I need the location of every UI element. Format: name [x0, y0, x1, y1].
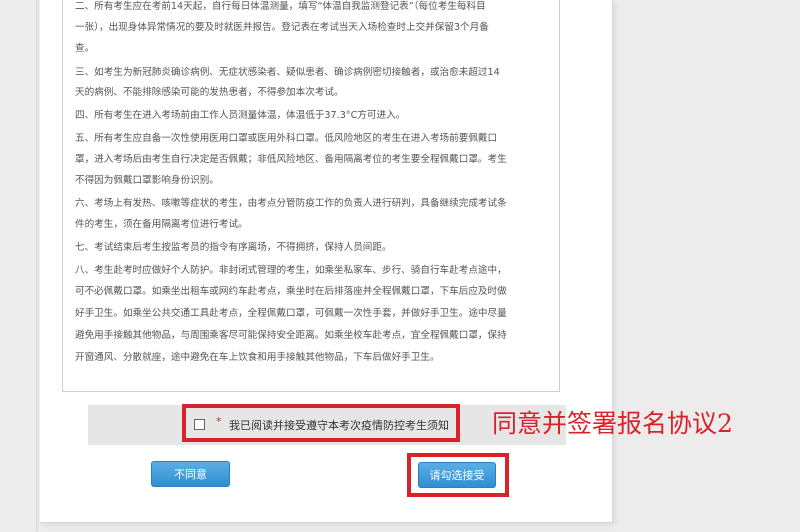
notice-line: 五、所有考生应自备一次性使用医用口罩或医用外科口罩。低风险地区的考生在进入考场前… [75, 133, 498, 144]
notice-line: 可不必佩戴口罩。如乘坐出租车或网约车赴考点，乘坐时在后排落座并全程佩戴口罩，下车… [75, 286, 507, 297]
notice-line: 三、如考生为新冠肺炎确诊病例、无症状感染者、疑似患者、确诊病例密切接触者，或治愈… [75, 67, 500, 78]
notice-scroll-box[interactable]: 二、所有考生应在考前14天起，自行每日体温测量，填写“体温自我监测登记表”（每位… [62, 0, 560, 392]
notice-line: 八、考生赴考时应做好个人防护。非封闭式管理的考生，如乘坐私家车、步行、骑自行车赴… [75, 265, 507, 276]
notice-line: 避免用手接触其他物品，与周围乘客尽可能保持安全距离。如乘坐校车赴考点，宜全程佩戴… [75, 330, 507, 341]
notice-line: 罩，进入考场后由考生自行决定是否佩戴；非低风险地区、备用隔离考位的考生要全程佩戴… [75, 154, 507, 165]
notice-line: 查。 [75, 43, 95, 54]
notice-line: 二、所有考生应在考前14天起，自行每日体温测量，填写“体温自我监测登记表”（每位… [75, 1, 486, 12]
notice-line: 一张），出现身体异常情况的要及时就医并报告。登记表在考试当天入场检查时上交并保留… [75, 22, 489, 33]
notice-line: 件的考生，须在备用隔离考位进行考试。 [75, 219, 248, 230]
notice-line: 四、所有考生在进入考场前由工作人员测量体温，体温低于37.3°C方可进入。 [75, 110, 406, 121]
notice-line: 天的病例、不能排除感染可能的发热患者，不得参加本次考试。 [75, 87, 344, 98]
notice-line: 不得因为佩戴口罩影响身份识别。 [75, 175, 219, 186]
annotation-text: 同意并签署报名协议2 [492, 409, 733, 438]
disagree-button[interactable]: 不同意 [151, 461, 230, 487]
highlight-frame-agreement [182, 404, 460, 442]
highlight-frame-accept [407, 453, 509, 497]
notice-line: 开窗通风、分散就座，途中避免在车上饮食和用手接触其他物品，下车后做好手卫生。 [75, 352, 440, 363]
notice-line: 好手卫生。如乘坐公共交通工具赴考点，全程佩戴口罩，可佩戴一次性手套，并做好手卫生… [75, 308, 507, 319]
notice-line: 七、考试结束后考生按监考员的指令有序离场，不得拥挤，保持人员间距。 [75, 242, 392, 253]
notice-line: 六、考场上有发热、咳嗽等症状的考生，由考点分管防疫工作的负责人进行研判，具备继续… [75, 198, 507, 209]
